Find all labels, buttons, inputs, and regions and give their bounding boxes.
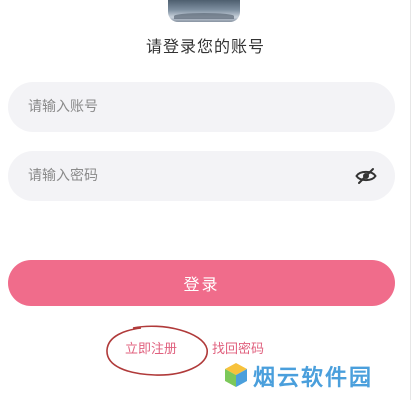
register-link[interactable]: 立即注册	[125, 338, 177, 357]
site-watermark: 烟云软件园	[219, 356, 407, 396]
landscape-hill-shape	[174, 13, 234, 19]
cube-logo-icon	[225, 363, 247, 387]
eye-off-icon[interactable]	[355, 167, 377, 185]
password-input[interactable]	[28, 151, 348, 201]
password-field[interactable]	[8, 151, 395, 201]
login-subtitle: 请登录您的账号	[145, 37, 265, 56]
account-field[interactable]	[8, 82, 395, 132]
watermark-text: 烟云软件园	[253, 366, 374, 391]
recover-password-link[interactable]: 找回密码	[212, 338, 264, 357]
login-page: 请登录您的账号 登录 立即注册 找回密码 烟云软件园	[0, 0, 411, 400]
login-button[interactable]: 登录	[8, 260, 395, 306]
account-input[interactable]	[28, 82, 348, 132]
app-logo-image	[168, 0, 240, 22]
